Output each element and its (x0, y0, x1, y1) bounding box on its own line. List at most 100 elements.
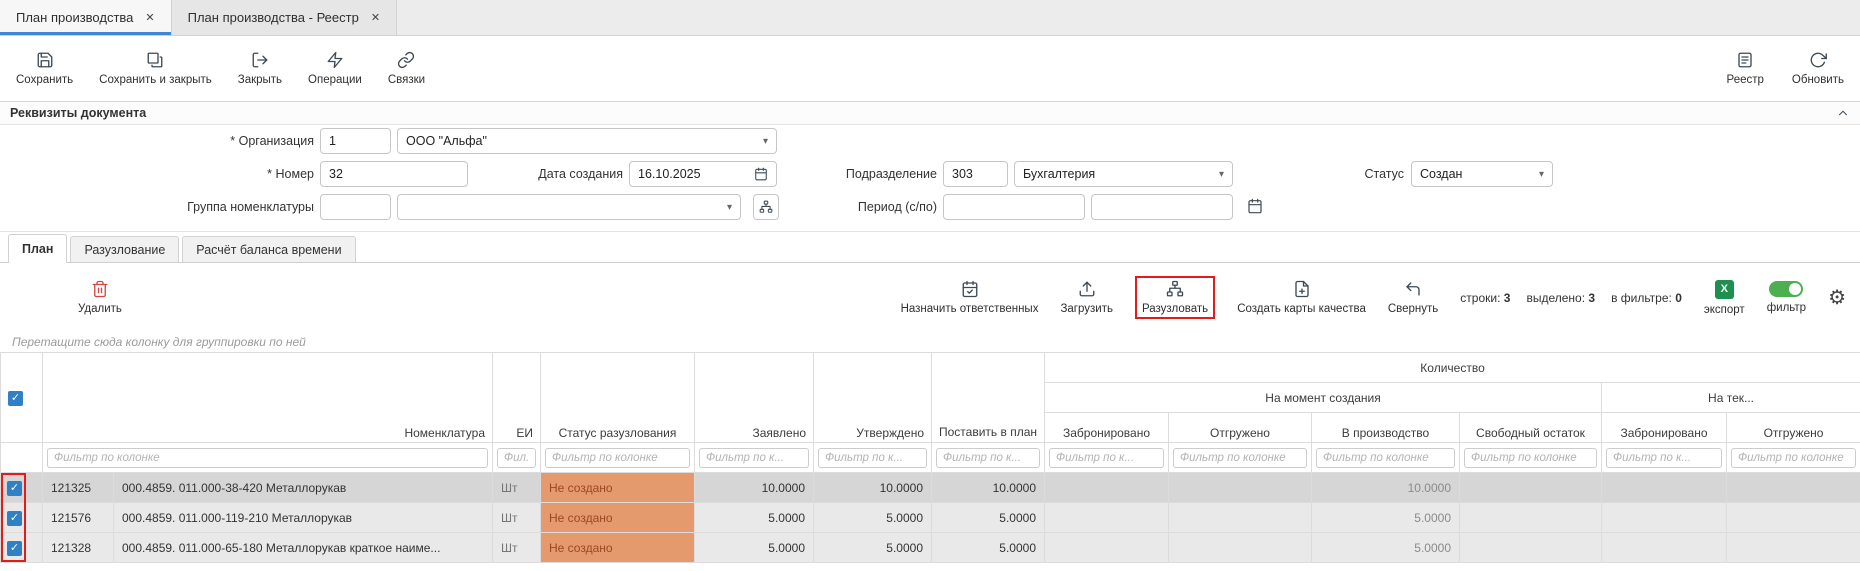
close-tab-icon[interactable]: ✕ (145, 11, 154, 24)
tab-plan[interactable]: План (8, 234, 67, 263)
explode-button[interactable]: Разузловать (1142, 280, 1208, 315)
period-label: Период (с/по) (737, 194, 937, 220)
save-button[interactable]: Сохранить (16, 51, 73, 86)
assign-responsible-button[interactable]: Назначить ответственных (901, 280, 1039, 315)
table-row[interactable]: ✓ 121328 000.4859. 011.000-65-180 Металл… (1, 533, 1860, 563)
close-button[interactable]: Закрыть (238, 51, 282, 86)
column-header-to-plan[interactable]: Поставить в план (932, 353, 1045, 443)
filter-input-in-production[interactable] (1316, 448, 1455, 468)
close-document-icon (251, 51, 269, 69)
filter-cell (1460, 443, 1602, 473)
check-icon: ✓ (11, 393, 20, 404)
chevron-up-icon (1836, 106, 1850, 120)
delete-button[interactable]: Удалить (78, 280, 122, 315)
cell-empty (1045, 503, 1169, 533)
filter-toggle[interactable]: фильтр (1767, 281, 1806, 314)
organization-code-input[interactable]: 1 (320, 128, 391, 154)
registry-button[interactable]: Реестр (1727, 51, 1764, 86)
row-checkbox[interactable]: ✓ (7, 481, 22, 496)
column-header-explosion-status[interactable]: Статус разузлования (541, 353, 695, 443)
toggle-on-icon[interactable] (1769, 281, 1803, 297)
filter-input-reserved-current[interactable] (1606, 448, 1722, 468)
nomenclature-group-code-input[interactable] (320, 194, 391, 220)
filter-input-shipped-creation[interactable] (1173, 448, 1307, 468)
filter-input-shipped-current[interactable] (1731, 448, 1856, 468)
window-tab-registry[interactable]: План производства - Реестр ✕ (172, 0, 397, 35)
trash-icon (91, 280, 109, 298)
create-quality-cards-button[interactable]: Создать карты качества (1237, 280, 1366, 315)
filter-cell-checkbox (1, 443, 43, 473)
filter-input-free-rest[interactable] (1464, 448, 1597, 468)
row-nomenclature: 000.4859. 011.000-38-420 Металлорукав (114, 473, 493, 503)
grid-toolbar: Удалить Назначить ответственных Загрузит… (0, 263, 1860, 332)
period-calendar-button[interactable] (1247, 198, 1263, 214)
period-from-input[interactable] (943, 194, 1085, 220)
collapse-section-button[interactable] (1836, 106, 1850, 120)
period-to-input[interactable] (1091, 194, 1233, 220)
filtered-counter: в фильтре: 0 (1611, 291, 1682, 305)
row-declared: 10.0000 (695, 473, 814, 503)
filter-input-declared[interactable] (699, 448, 809, 468)
department-code-input[interactable]: 303 (943, 161, 1008, 187)
filter-input-status[interactable] (545, 448, 690, 468)
filter-cell (1602, 443, 1727, 473)
column-header-shipped-creation[interactable]: Отгружено (1169, 413, 1312, 443)
chevron-down-icon: ▾ (1219, 169, 1224, 180)
filter-cell (1312, 443, 1460, 473)
tab-time-balance-label: Расчёт баланса времени (196, 243, 341, 257)
row-id: 121325 (43, 473, 114, 503)
refresh-button[interactable]: Обновить (1792, 51, 1844, 86)
table-row[interactable]: ✓ 121325 000.4859. 011.000-38-420 Металл… (1, 473, 1860, 503)
row-checkbox-cell: ✓ (1, 533, 43, 563)
filter-input-nomenclature[interactable] (47, 448, 488, 468)
column-header-reserved-creation[interactable]: Забронировано (1045, 413, 1169, 443)
export-button[interactable]: X экспорт (1704, 280, 1745, 316)
column-header-reserved-current[interactable]: Забронировано (1602, 413, 1727, 443)
undo-arrow-icon (1404, 280, 1422, 298)
filter-input-unit[interactable] (497, 448, 536, 468)
status-select[interactable]: Создан ▾ (1411, 161, 1553, 187)
window-tab-plan-label: План производства (16, 10, 133, 25)
tab-time-balance[interactable]: Расчёт баланса времени (182, 236, 355, 262)
links-button[interactable]: Связки (388, 51, 425, 86)
filter-input-reserved-creation[interactable] (1049, 448, 1164, 468)
band-at-creation: На момент создания (1045, 383, 1602, 413)
window-tab-plan[interactable]: План производства ✕ (0, 0, 172, 35)
status-value: Создан (1420, 167, 1462, 181)
department-select[interactable]: Бухгалтерия ▾ (1014, 161, 1233, 187)
save-and-close-icon (146, 51, 164, 69)
grid-toolbar-right: Назначить ответственных Загрузить Разузл… (901, 276, 1846, 319)
column-header-unit[interactable]: ЕИ (493, 353, 541, 443)
tab-plan-label: План (22, 242, 53, 256)
collapse-rows-button[interactable]: Свернуть (1388, 280, 1438, 315)
load-button[interactable]: Загрузить (1060, 280, 1113, 315)
lightning-icon (326, 51, 344, 69)
row-checkbox[interactable]: ✓ (7, 511, 22, 526)
cell-empty (1169, 533, 1312, 563)
close-tab-icon[interactable]: ✕ (371, 11, 380, 24)
row-to-plan: 5.0000 (932, 503, 1045, 533)
row-checkbox[interactable]: ✓ (7, 541, 22, 556)
status-label: Статус (1254, 161, 1404, 187)
column-header-declared[interactable]: Заявлено (695, 353, 814, 443)
column-header-free-rest[interactable]: Свободный остаток (1460, 413, 1602, 443)
operations-button[interactable]: Операции (308, 51, 362, 86)
select-all-checkbox[interactable]: ✓ (8, 391, 23, 406)
filter-input-approved[interactable] (818, 448, 927, 468)
column-header-in-production[interactable]: В производство (1312, 413, 1460, 443)
row-in-production: 5.0000 (1312, 503, 1460, 533)
gear-icon[interactable]: ⚙ (1828, 288, 1846, 308)
cell-empty (1169, 503, 1312, 533)
save-and-close-button[interactable]: Сохранить и закрыть (99, 51, 212, 86)
cell-empty (1045, 533, 1169, 563)
nomenclature-group-select[interactable]: ▾ (397, 194, 741, 220)
column-header-nomenclature[interactable]: Номенклатура (43, 353, 493, 443)
table-row[interactable]: ✓ 121576 000.4859. 011.000-119-210 Метал… (1, 503, 1860, 533)
plan-grid: ✓ Номенклатура ЕИ Статус разузлования За… (0, 352, 1860, 563)
assign-responsible-label: Назначить ответственных (901, 303, 1039, 315)
organization-select[interactable]: ООО "Альфа" ▾ (397, 128, 777, 154)
column-header-approved[interactable]: Утверждено (814, 353, 932, 443)
tab-explosion[interactable]: Разузлование (70, 236, 179, 262)
column-header-shipped-current[interactable]: Отгружено (1727, 413, 1860, 443)
filter-input-to-plan[interactable] (936, 448, 1040, 468)
